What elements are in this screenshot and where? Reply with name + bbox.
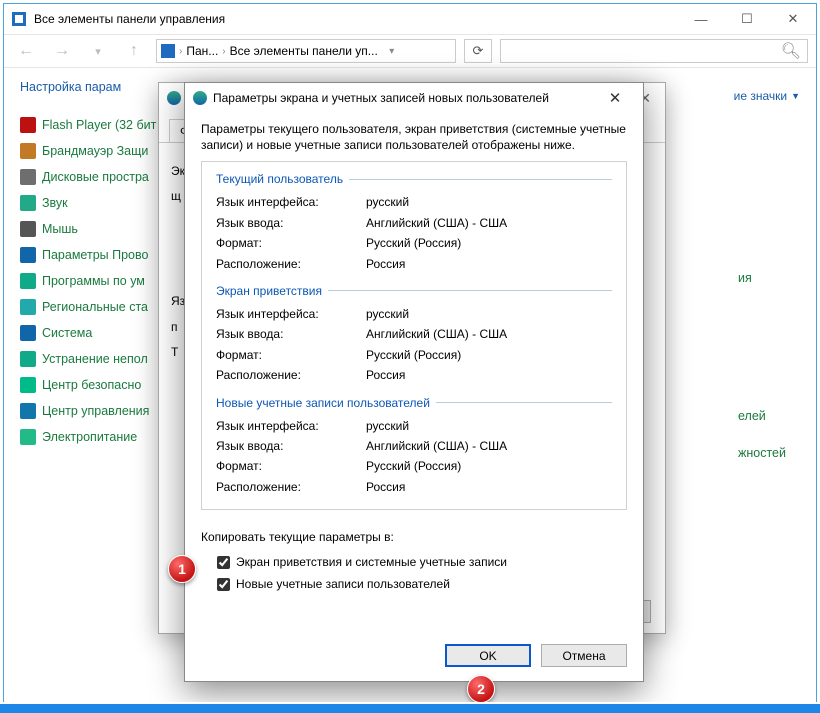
annotation-badge-1: 1 [168,555,196,583]
view-dropdown[interactable]: ие значки ▼ [734,89,800,103]
checkbox-input[interactable] [217,556,230,569]
dialog-intro: Параметры текущего пользователя, экран п… [201,121,627,153]
minimize-button[interactable]: — [678,4,724,34]
group-new-users: Новые учетные записи пользователей [216,396,612,410]
window-title: Все элементы панели управления [34,12,225,26]
checkbox-new-users[interactable]: Новые учетные записи пользователей [217,574,627,596]
chevron-down-icon[interactable]: ▾ [382,46,402,57]
network-icon [20,403,36,419]
settings-groupbox: Текущий пользователь Язык интерфейса:рус… [201,161,627,510]
copy-settings-label: Копировать текущие параметры в: [201,530,627,544]
taskbar-strip [0,702,820,713]
group-welcome-screen: Экран приветствия [216,284,612,298]
globe-icon [193,91,207,105]
close-button[interactable]: ✕ [770,4,816,34]
speaker-icon [20,195,36,211]
view-label: ие значки [734,89,787,103]
page-title: Настройка парам [20,80,121,94]
control-panel-icon [12,12,26,26]
dialog-titlebar: Параметры экрана и учетных записей новых… [185,83,643,113]
breadcrumb-icon [161,44,175,58]
system-icon [20,325,36,341]
maximize-button[interactable]: ☐ [724,4,770,34]
power-icon [20,429,36,445]
up-button[interactable]: ↑ [120,37,148,65]
flag-icon [20,377,36,393]
firewall-icon [20,143,36,159]
forward-button[interactable]: → [48,37,76,65]
dialog-title: Параметры экрана и учетных записей новых… [213,91,549,105]
group-current-user: Текущий пользователь [216,172,612,186]
ie-icon [20,247,36,263]
cancel-button[interactable]: Отмена [541,644,627,667]
programs-icon [20,273,36,289]
search-input[interactable]: 🔍︎ [500,39,808,63]
cp-right-column-peek: ия елей жностей [738,112,786,470]
address-row: ← → ▾ ↑ › Пан... › Все элементы панели у… [4,34,816,68]
wrench-icon [20,351,36,367]
breadcrumb-seg2[interactable]: Все элементы панели уп... [230,44,378,58]
refresh-button[interactable]: ⟳ [464,39,492,63]
chevron-down-icon: ▼ [791,91,800,101]
breadcrumb[interactable]: › Пан... › Все элементы панели уп... ▾ [156,39,456,63]
annotation-badge-2: 2 [467,675,495,703]
titlebar: Все элементы панели управления — ☐ ✕ [4,4,816,34]
back-button[interactable]: ← [12,37,40,65]
close-button[interactable]: ✕ [595,89,635,107]
chevron-right-icon: › [222,46,225,57]
mouse-icon [20,221,36,237]
breadcrumb-seg1[interactable]: Пан... [186,44,218,58]
globe-icon [20,299,36,315]
welcome-new-user-settings-dialog: Параметры экрана и учетных записей новых… [184,82,644,682]
chevron-right-icon: › [179,46,182,57]
checkbox-input[interactable] [217,578,230,591]
flash-icon [20,117,36,133]
recent-button[interactable]: ▾ [84,37,112,65]
checkbox-welcome-system[interactable]: Экран приветствия и системные учетные за… [217,552,627,574]
ok-button[interactable]: OK [445,644,531,667]
search-icon: 🔍︎ [781,41,801,61]
disk-icon [20,169,36,185]
globe-icon [167,91,181,105]
